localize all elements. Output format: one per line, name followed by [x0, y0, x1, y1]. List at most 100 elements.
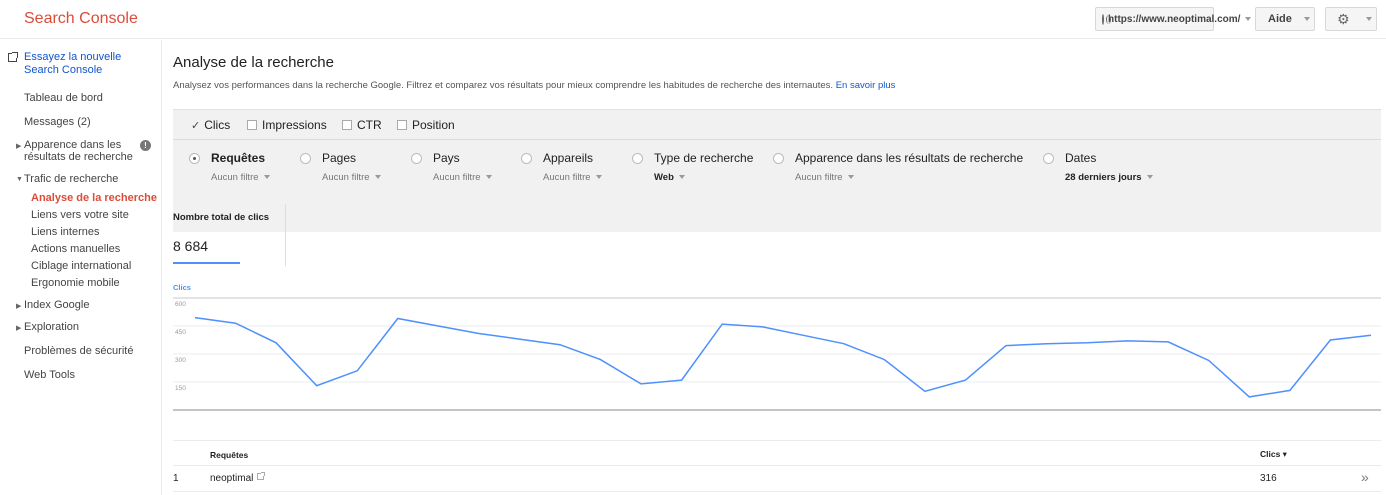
total-clicks-label: Nombre total de clics — [173, 212, 270, 223]
metric-impressions-checkbox[interactable]: Impressions — [247, 118, 327, 132]
chevron-right-icon[interactable]: ▶ — [16, 324, 21, 332]
chart-data-point[interactable] — [961, 376, 969, 384]
chart-data-point[interactable] — [272, 339, 280, 347]
sidebar-subitem-internal-links[interactable]: Liens internes — [31, 226, 100, 238]
chart-data-point[interactable] — [1083, 339, 1091, 347]
chevron-down-icon — [1303, 17, 1310, 21]
expand-row-icon[interactable]: » — [1361, 469, 1369, 485]
table-header: Requêtes Clics ▾ — [173, 440, 1381, 466]
metric-label: CTR — [357, 118, 382, 132]
chart-data-point[interactable] — [1286, 386, 1294, 394]
chart-data-point[interactable] — [434, 322, 442, 330]
sidebar-subitem-links-to-site[interactable]: Liens vers votre site — [31, 209, 129, 221]
settings-button[interactable]: ⚙ — [1325, 7, 1377, 31]
chart-data-point[interactable] — [759, 323, 767, 331]
dimension-filter-dropdown[interactable]: Aucun filtre — [322, 172, 381, 183]
total-clicks-card[interactable]: Nombre total de clics 8 684 — [173, 204, 286, 266]
total-clicks-value: 8 684 — [173, 238, 209, 254]
chart-series-line-clicks — [194, 316, 1372, 398]
chart-data-point[interactable] — [1205, 357, 1213, 365]
sidebar-try-new-console[interactable]: Essayez la nouvelle Search Console — [24, 51, 154, 77]
chevron-down-icon — [374, 175, 381, 180]
dimension-label: Type de recherche — [654, 151, 754, 165]
help-button[interactable]: Aide — [1255, 7, 1315, 31]
chart-data-point[interactable] — [232, 319, 240, 327]
column-header-clicks[interactable]: Clics ▾ — [1260, 449, 1287, 460]
filter-label: Aucun filtre — [322, 172, 370, 183]
chart-data-point[interactable] — [1043, 340, 1051, 348]
chart-data-point[interactable] — [475, 329, 483, 337]
chart-data-point[interactable] — [1245, 393, 1253, 401]
sidebar-item-security-issues[interactable]: Problèmes de sécurité — [24, 345, 133, 357]
metric-position-checkbox[interactable]: Position — [397, 118, 455, 132]
sidebar-subitem-manual-actions[interactable]: Actions manuelles — [31, 243, 120, 255]
dimension-filter-dropdown[interactable]: Aucun filtre — [543, 172, 602, 183]
chevron-right-icon[interactable]: ▶ — [16, 142, 21, 150]
metric-ctr-checkbox[interactable]: CTR — [342, 118, 382, 132]
sidebar-subitem-search-analytics[interactable]: Analyse de la recherche — [31, 192, 157, 204]
dimension-label: Pays — [433, 151, 460, 165]
chart-data-point[interactable] — [1326, 336, 1334, 344]
metric-label: Position — [412, 118, 455, 132]
active-metric-underline — [173, 262, 240, 264]
chevron-right-icon[interactable]: ▶ — [16, 302, 21, 310]
learn-more-link[interactable]: En savoir plus — [836, 80, 896, 91]
clicks-chart: Clics 600 450 300 150 — [173, 282, 1386, 414]
chart-data-point[interactable] — [1124, 337, 1132, 345]
sidebar-item-dashboard[interactable]: Tableau de bord — [24, 92, 103, 104]
chart-data-point[interactable] — [880, 356, 888, 364]
chart-data-point[interactable] — [840, 340, 848, 348]
sidebar-item-crawl[interactable]: Exploration — [24, 321, 79, 333]
page-title: Analyse de la recherche — [173, 54, 334, 71]
sidebar-subitem-mobile-usability[interactable]: Ergonomie mobile — [31, 277, 120, 289]
chart-y-tick-label: 450 — [175, 329, 186, 336]
dimension-filter-dropdown[interactable]: Aucun filtre — [795, 172, 854, 183]
chart-data-point[interactable] — [394, 315, 402, 323]
search-console-app: Search Console https://www.neoptimal.com… — [0, 0, 1386, 495]
checkbox-icon — [247, 120, 257, 130]
clicks-line-chart: Clics 600 450 300 150 — [173, 283, 1381, 411]
chart-data-point[interactable] — [556, 341, 564, 349]
chart-data-point[interactable] — [799, 331, 807, 339]
site-selector-button[interactable]: https://www.neoptimal.com/ — [1095, 7, 1252, 31]
chart-data-point[interactable] — [597, 356, 605, 364]
chart-data-point[interactable] — [921, 387, 929, 395]
chart-data-point[interactable] — [637, 380, 645, 388]
sidebar-item-messages[interactable]: Messages (2) — [24, 116, 91, 128]
chart-data-point[interactable] — [191, 314, 199, 322]
chart-data-point[interactable] — [313, 382, 321, 390]
chevron-down-icon[interactable]: ▼ — [16, 176, 23, 183]
sidebar-item-web-tools[interactable]: Web Tools — [24, 369, 75, 381]
dimension-filter-dropdown[interactable]: Web — [654, 172, 685, 183]
row-query[interactable]: neoptimal — [210, 472, 266, 484]
radio-icon — [411, 153, 422, 164]
page-description: Analysez vos performances dans la recher… — [173, 80, 895, 91]
dimension-filter-dropdown[interactable]: Aucun filtre — [211, 172, 270, 183]
chart-data-point[interactable] — [718, 320, 726, 328]
sidebar: Essayez la nouvelle Search Console Table… — [0, 40, 162, 495]
chart-data-point[interactable] — [1367, 331, 1375, 339]
dimension-label: Appareils — [543, 151, 594, 165]
chart-data-point[interactable] — [1164, 338, 1172, 346]
sidebar-item-appearance[interactable]: Apparence dans les résultats de recherch… — [24, 139, 136, 163]
radio-icon — [1043, 153, 1054, 164]
sidebar-item-search-traffic[interactable]: Trafic de recherche — [24, 173, 118, 185]
query-text: neoptimal — [210, 473, 254, 484]
app-logo[interactable]: Search Console — [24, 10, 138, 28]
filter-label: Aucun filtre — [433, 172, 481, 183]
dimension-filter-dropdown[interactable]: Aucun filtre — [433, 172, 492, 183]
chart-data-point[interactable] — [515, 335, 523, 343]
filter-label: Aucun filtre — [543, 172, 591, 183]
column-header-queries[interactable]: Requêtes — [210, 450, 248, 460]
info-icon[interactable]: ! — [140, 140, 151, 151]
chart-data-point[interactable] — [1002, 342, 1010, 350]
table-row[interactable]: 1 neoptimal 316 » — [173, 466, 1381, 492]
sidebar-item-google-index[interactable]: Index Google — [24, 299, 89, 311]
metric-clicks-checkbox[interactable]: ✓ Clics — [191, 118, 230, 132]
dimension-filter-dropdown[interactable]: 28 derniers jours — [1065, 172, 1153, 183]
radio-icon — [521, 153, 532, 164]
chart-data-point[interactable] — [678, 376, 686, 384]
external-link-icon[interactable] — [257, 472, 266, 480]
sidebar-subitem-international-targeting[interactable]: Ciblage international — [31, 260, 131, 272]
chart-data-point[interactable] — [353, 367, 361, 375]
